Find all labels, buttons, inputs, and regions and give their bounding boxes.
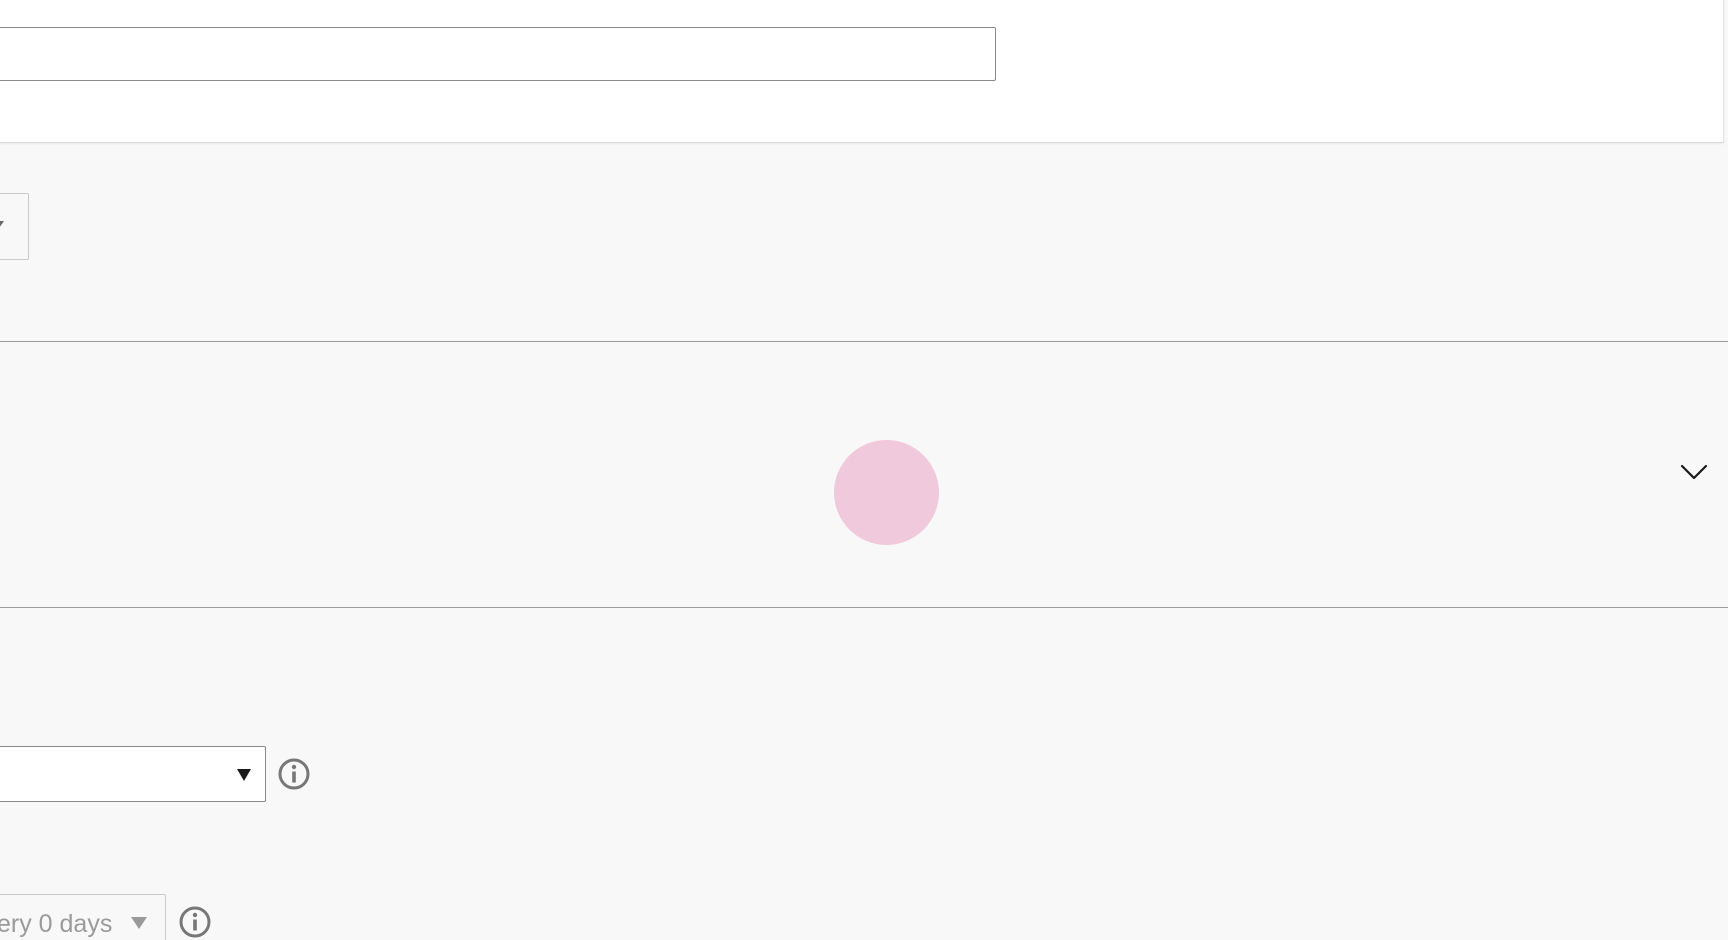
loading-indicator [834,440,939,545]
chevron-down-icon[interactable] [1680,458,1708,486]
info-icon[interactable] [178,905,212,939]
page: ge ery 0 days [0,0,1728,940]
caret-down-icon [237,769,251,781]
caret-down-icon [131,917,147,929]
clipped-select[interactable] [0,193,29,260]
caret-down-icon [0,221,4,228]
frequency-select-value: ery 0 days [0,910,113,938]
main-select[interactable] [0,746,266,802]
section-top-divider [0,341,1728,342]
top-card [0,0,1724,143]
info-icon[interactable] [277,757,311,791]
section-bottom-divider [0,607,1728,608]
text-input[interactable] [0,27,996,81]
frequency-select[interactable]: ery 0 days [0,894,166,940]
